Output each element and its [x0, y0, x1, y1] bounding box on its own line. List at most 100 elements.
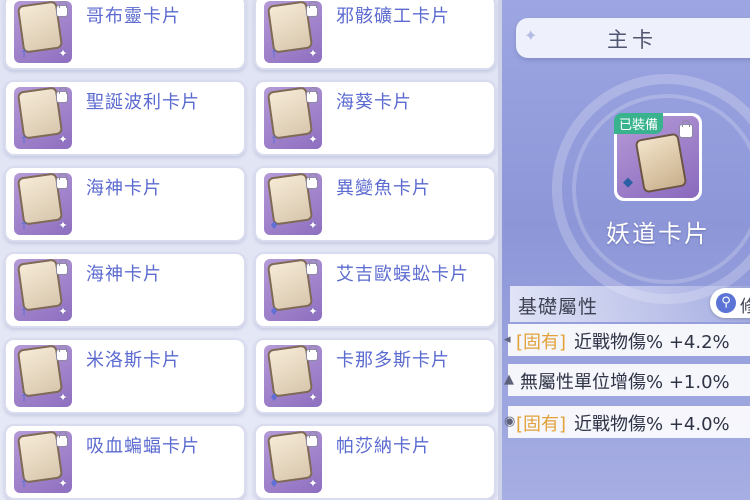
search-icon: ⚲ — [716, 293, 736, 313]
attribute-row: ◉ [固有] 近戰物傷% +4.0% — [504, 406, 750, 438]
lock-icon — [306, 345, 318, 361]
sparkle-icon: ✦ — [58, 477, 68, 490]
equipped-card-slot[interactable]: ◆ 已裝備 — [614, 113, 702, 201]
sword-icon: † — [21, 477, 27, 490]
card-list-item[interactable]: ♦ ✦ 卡那多斯卡片 — [254, 338, 496, 414]
sparkle-icon: ✦ — [58, 47, 68, 60]
card-art-icon — [19, 174, 61, 224]
card-art-icon — [269, 88, 311, 138]
sparkle-icon: ✦ — [308, 47, 318, 60]
lock-icon — [679, 120, 693, 138]
card-art-icon — [269, 346, 311, 396]
card-thumbnail: † ✦ — [14, 431, 72, 493]
drop-icon: ♦ — [269, 305, 279, 318]
lock-icon — [306, 259, 318, 275]
card-list-item[interactable]: ♦ ✦ 異變魚卡片 — [254, 166, 496, 242]
sparkle-icon: ✦ — [308, 391, 318, 404]
card-list-item[interactable]: ♦ ✦ 艾吉歐蜈蚣卡片 — [254, 252, 496, 328]
main-card-header: ✦ 主卡 — [516, 18, 750, 58]
attributes-title: 基礎屬性 — [518, 296, 599, 318]
lock-icon — [56, 259, 68, 275]
main-card-title: 主卡 — [607, 28, 657, 52]
card-art-icon — [269, 2, 311, 52]
card-thumbnail: † ✦ — [14, 259, 72, 321]
attribute-text: 無屬性單位增傷% +1.0% — [520, 372, 730, 393]
card-art-icon — [19, 432, 61, 482]
card-thumbnail: † ✦ — [14, 345, 72, 407]
card-art-icon — [269, 174, 311, 224]
card-name: 卡那多斯卡片 — [336, 350, 450, 371]
lock-icon — [306, 87, 318, 103]
gem-icon: ◆ — [623, 175, 633, 190]
card-list-item[interactable]: † ✦ 米洛斯卡片 — [4, 338, 246, 414]
inspect-label: 修 — [740, 297, 750, 317]
attributes-header: 基礎屬性 ⚲ 修 — [510, 286, 750, 322]
sparkle-icon: ✦ — [58, 219, 68, 232]
sparkle-icon: ✦ — [308, 133, 318, 146]
card-name: 艾吉歐蜈蚣卡片 — [336, 264, 469, 285]
attribute-row: ▲ 無屬性單位增傷% +1.0% — [504, 364, 750, 396]
card-detail-panel: ✦ 主卡 ◆ 已裝備 妖道卡片 基礎屬性 ⚲ 修 ◂ [固有] 近戰物傷% +4… — [502, 0, 750, 500]
card-art-icon — [19, 260, 61, 310]
card-name: 海神卡片 — [86, 178, 162, 199]
sparkle-icon: ✦ — [58, 305, 68, 318]
card-name: 海神卡片 — [86, 264, 162, 285]
card-list-item[interactable]: † ✦ 聖誕波利卡片 — [4, 80, 246, 156]
drop-icon: ♦ — [269, 219, 279, 232]
lock-icon — [306, 431, 318, 447]
card-thumbnail: † ✦ — [14, 1, 72, 63]
lock-icon — [56, 345, 68, 361]
sword-icon: † — [271, 133, 277, 146]
card-thumbnail: ♦ ✦ — [264, 431, 322, 493]
attribute-tag: [固有] — [516, 332, 567, 353]
card-thumbnail: † ✦ — [14, 87, 72, 149]
card-list-item[interactable]: † ✦ 海神卡片 — [4, 252, 246, 328]
sparkle-icon: ✦ — [308, 477, 318, 490]
sword-icon: † — [271, 47, 277, 60]
card-art-icon — [19, 346, 61, 396]
card-name: 聖誕波利卡片 — [86, 92, 200, 113]
card-list-item[interactable]: † ✦ 吸血蝙蝠卡片 — [4, 424, 246, 500]
card-thumbnail: ♦ ✦ — [264, 345, 322, 407]
lock-icon — [56, 173, 68, 189]
attribute-tag: [固有] — [516, 414, 567, 435]
card-art-icon — [269, 432, 311, 482]
card-art-icon — [636, 134, 686, 192]
card-name: 異變魚卡片 — [336, 178, 431, 199]
card-list-item[interactable]: † ✦ 哥布靈卡片 — [4, 0, 246, 70]
card-art-icon — [19, 88, 61, 138]
lock-icon — [306, 173, 318, 189]
lock-icon — [56, 87, 68, 103]
sparkle-icon: ✦ — [58, 391, 68, 404]
attribute-text: 近戰物傷% +4.2% — [574, 332, 730, 353]
drop-icon: ♦ — [269, 391, 279, 404]
equipped-badge: 已裝備 — [614, 113, 664, 134]
lock-icon — [306, 1, 318, 17]
card-thumbnail: ♦ ✦ — [264, 173, 322, 235]
sword-icon: † — [21, 47, 27, 60]
sparkle-icon: ✦ — [308, 305, 318, 318]
card-list-item[interactable]: † ✦ 邪骸礦工卡片 — [254, 0, 496, 70]
lock-icon — [56, 1, 68, 17]
bullet-icon: ◉ — [504, 414, 516, 429]
card-thumbnail: † ✦ — [264, 87, 322, 149]
card-list-item[interactable]: † ✦ 海葵卡片 — [254, 80, 496, 156]
bullet-icon: ▲ — [504, 372, 514, 387]
sword-icon: † — [21, 391, 27, 404]
card-list-item[interactable]: ♦ ✦ 帕莎納卡片 — [254, 424, 496, 500]
sword-icon: † — [21, 133, 27, 146]
inspect-button[interactable]: ⚲ 修 — [710, 288, 750, 318]
card-thumbnail: † ✦ — [264, 1, 322, 63]
card-name: 帕莎納卡片 — [336, 436, 431, 457]
card-name: 哥布靈卡片 — [86, 6, 181, 27]
lock-icon — [56, 431, 68, 447]
card-thumbnail: † ✦ — [14, 173, 72, 235]
card-art-icon — [19, 2, 61, 52]
card-name: 吸血蝙蝠卡片 — [86, 436, 200, 457]
sword-icon: † — [21, 305, 27, 318]
drop-icon: ♦ — [269, 477, 279, 490]
card-list-item[interactable]: † ✦ 海神卡片 — [4, 166, 246, 242]
sparkle-icon: ✦ — [58, 133, 68, 146]
equipped-card-name: 妖道卡片 — [606, 220, 710, 248]
sword-icon: † — [21, 219, 27, 232]
